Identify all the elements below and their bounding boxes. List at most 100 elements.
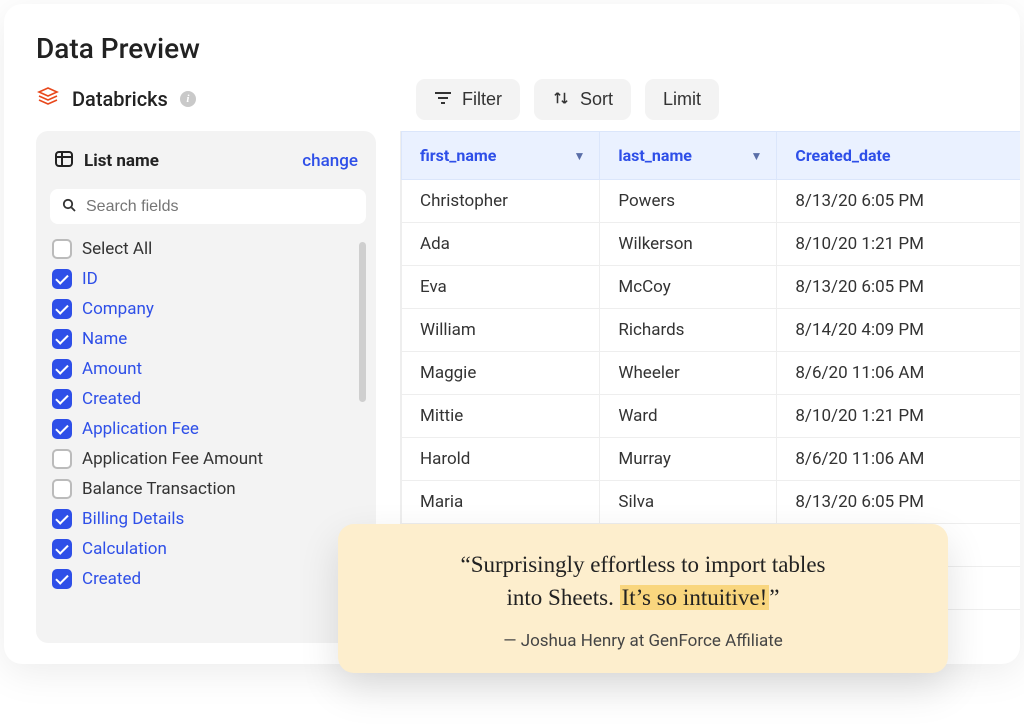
- toolbar: Filter Sort Limit: [416, 79, 719, 120]
- column-header[interactable]: last_name▼: [600, 132, 777, 180]
- table-cell: Ward: [600, 395, 777, 438]
- field-row[interactable]: Application Fee: [50, 414, 356, 444]
- chevron-down-icon: ▼: [750, 149, 762, 163]
- page-title: Data Preview: [4, 32, 1020, 85]
- table-row[interactable]: MittieWard8/10/20 1:21 PM: [402, 395, 1021, 438]
- table-cell: Wheeler: [600, 352, 777, 395]
- column-header[interactable]: Created_date: [777, 132, 1020, 180]
- info-icon[interactable]: i: [180, 91, 196, 107]
- list-name-label: List name: [84, 151, 159, 171]
- table-cell: Wilkerson: [600, 223, 777, 266]
- table-row[interactable]: WilliamRichards8/14/20 4:09 PM: [402, 309, 1021, 352]
- field-row[interactable]: Application Fee Amount: [50, 444, 356, 474]
- field-label: Created: [82, 569, 141, 589]
- table-cell: 8/6/20 11:06 AM: [777, 438, 1020, 481]
- table-cell: Silva: [600, 481, 777, 524]
- field-row[interactable]: Created: [50, 384, 356, 414]
- field-label: Created: [82, 389, 141, 409]
- field-label: Amount: [82, 359, 142, 379]
- table-cell: Murray: [600, 438, 777, 481]
- table-cell: Richards: [600, 309, 777, 352]
- search-field-wrap[interactable]: [50, 189, 366, 224]
- table-row[interactable]: MaggieWheeler8/6/20 11:06 AM: [402, 352, 1021, 395]
- field-row[interactable]: Amount: [50, 354, 356, 384]
- table-cell: Eva: [402, 266, 600, 309]
- field-label: Application Fee: [82, 419, 199, 439]
- field-row[interactable]: Calculation: [50, 534, 356, 564]
- sort-icon: [552, 89, 570, 110]
- change-link[interactable]: change: [302, 151, 358, 171]
- limit-button[interactable]: Limit: [645, 79, 719, 120]
- table-cell: Christopher: [402, 180, 600, 223]
- search-input[interactable]: [86, 198, 354, 216]
- testimonial-attribution: — Joshua Henry at GenForce Affiliate: [378, 631, 908, 651]
- checkbox[interactable]: [52, 359, 72, 379]
- connector-badge[interactable]: Databricks i: [36, 85, 196, 113]
- checkbox[interactable]: [52, 419, 72, 439]
- testimonial-card: “Surprisingly effortless to import table…: [338, 524, 948, 673]
- field-row[interactable]: Billing Details: [50, 504, 356, 534]
- checkbox[interactable]: [52, 479, 72, 499]
- filter-button[interactable]: Filter: [416, 79, 520, 120]
- field-label: Balance Transaction: [82, 479, 236, 499]
- checkbox[interactable]: [52, 329, 72, 349]
- table-cell: 8/13/20 6:05 PM: [777, 180, 1020, 223]
- table-cell: Ada: [402, 223, 600, 266]
- table-row[interactable]: EvaMcCoy8/13/20 6:05 PM: [402, 266, 1021, 309]
- table-cell: Harold: [402, 438, 600, 481]
- table-cell: Maria: [402, 481, 600, 524]
- sort-label: Sort: [580, 89, 613, 110]
- checkbox[interactable]: [52, 569, 72, 589]
- field-label: Select All: [82, 239, 152, 259]
- table-row[interactable]: HaroldMurray8/6/20 11:06 AM: [402, 438, 1021, 481]
- table-cell: Mittie: [402, 395, 600, 438]
- table-row[interactable]: AdaWilkerson8/10/20 1:21 PM: [402, 223, 1021, 266]
- field-row[interactable]: Balance Transaction: [50, 474, 356, 504]
- table-cell: 8/10/20 1:21 PM: [777, 223, 1020, 266]
- field-row[interactable]: Select All: [50, 234, 356, 264]
- field-row[interactable]: ID: [50, 264, 356, 294]
- filter-label: Filter: [462, 89, 502, 110]
- field-row[interactable]: Created: [50, 564, 356, 594]
- table-cell: William: [402, 309, 600, 352]
- table-cell: McCoy: [600, 266, 777, 309]
- field-row[interactable]: Name: [50, 324, 356, 354]
- checkbox[interactable]: [52, 449, 72, 469]
- checkbox[interactable]: [52, 389, 72, 409]
- scrollbar-thumb[interactable]: [359, 242, 366, 402]
- field-label: Company: [82, 299, 154, 319]
- checkbox[interactable]: [52, 269, 72, 289]
- fields-sidebar: List name change Select All ID Company Name…: [36, 131, 376, 643]
- table-cell: 8/13/20 6:05 PM: [777, 481, 1020, 524]
- list-header: List name change: [50, 145, 366, 179]
- field-row[interactable]: Company: [50, 294, 356, 324]
- table-row[interactable]: MariaSilva8/13/20 6:05 PM: [402, 481, 1021, 524]
- chevron-down-icon: ▼: [573, 149, 585, 163]
- filter-icon: [434, 89, 452, 110]
- field-label: ID: [82, 269, 98, 289]
- checkbox[interactable]: [52, 299, 72, 319]
- table-cell: 8/14/20 4:09 PM: [777, 309, 1020, 352]
- table-cell: 8/6/20 11:06 AM: [777, 352, 1020, 395]
- connector-name: Databricks: [72, 87, 168, 111]
- fields-list[interactable]: Select All ID Company Name Amount Created Appl…: [50, 234, 366, 629]
- checkbox[interactable]: [52, 509, 72, 529]
- table-cell: 8/10/20 1:21 PM: [777, 395, 1020, 438]
- table-cell: Powers: [600, 180, 777, 223]
- sort-button[interactable]: Sort: [534, 79, 631, 120]
- field-label: Calculation: [82, 539, 167, 559]
- checkbox[interactable]: [52, 239, 72, 259]
- table-cell: 8/13/20 6:05 PM: [777, 266, 1020, 309]
- checkbox[interactable]: [52, 539, 72, 559]
- table-icon: [54, 149, 74, 173]
- table-row[interactable]: ChristopherPowers8/13/20 6:05 PM: [402, 180, 1021, 223]
- search-icon: [62, 197, 76, 216]
- column-header[interactable]: first_name▼: [402, 132, 600, 180]
- limit-label: Limit: [663, 89, 701, 110]
- field-label: Application Fee Amount: [82, 449, 263, 469]
- header-row: Databricks i Filter Sort Limit: [4, 85, 1020, 131]
- testimonial-text: “Surprisingly effortless to import table…: [378, 548, 908, 615]
- databricks-icon: [36, 85, 60, 113]
- table-cell: Maggie: [402, 352, 600, 395]
- field-label: Name: [82, 329, 127, 349]
